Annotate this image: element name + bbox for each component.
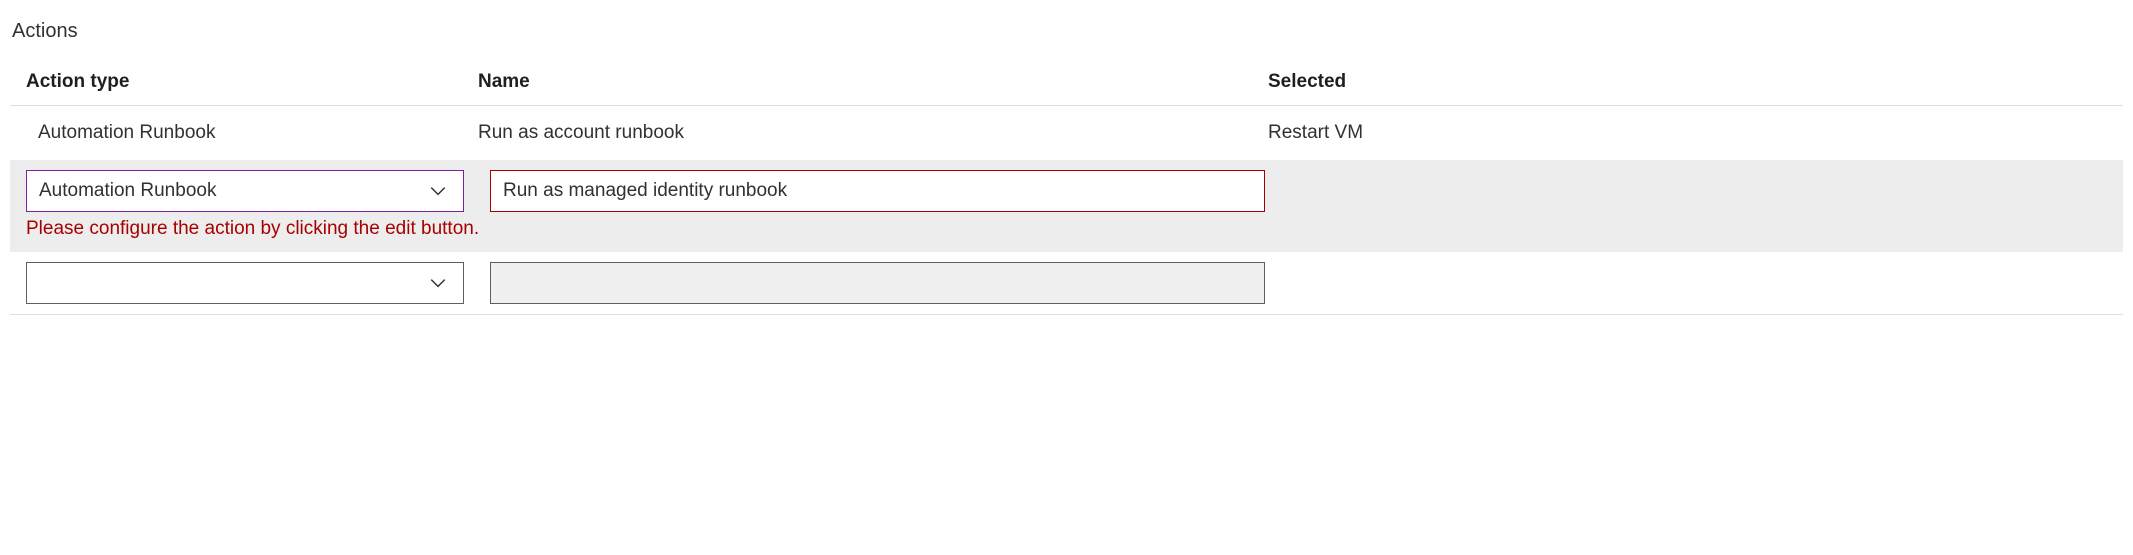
name-input[interactable] [490,262,1265,304]
chevron-down-icon [429,274,447,292]
dropdown-value: Automation Runbook [39,180,429,202]
chevron-down-icon [429,182,447,200]
table-row [10,252,2123,315]
header-selected: Selected [1260,71,2123,93]
cell-action-type: Automation Runbook [10,122,470,144]
action-type-dropdown[interactable] [26,262,464,304]
section-title: Actions [10,20,2123,43]
table-row: Automation Runbook Run as account runboo… [10,106,2123,160]
action-type-dropdown[interactable]: Automation Runbook [26,170,464,212]
cell-selected: Restart VM [1260,122,2123,144]
actions-table: Action type Name Selected Automation Run… [10,59,2123,315]
table-row: Automation Runbook Please configure the … [10,160,2123,252]
cell-name: Run as account runbook [470,122,1260,144]
header-action-type: Action type [10,71,470,93]
name-input[interactable] [490,170,1265,212]
table-header-row: Action type Name Selected [10,59,2123,106]
header-name: Name [470,71,1260,93]
error-message: Please configure the action by clicking … [10,212,2123,242]
